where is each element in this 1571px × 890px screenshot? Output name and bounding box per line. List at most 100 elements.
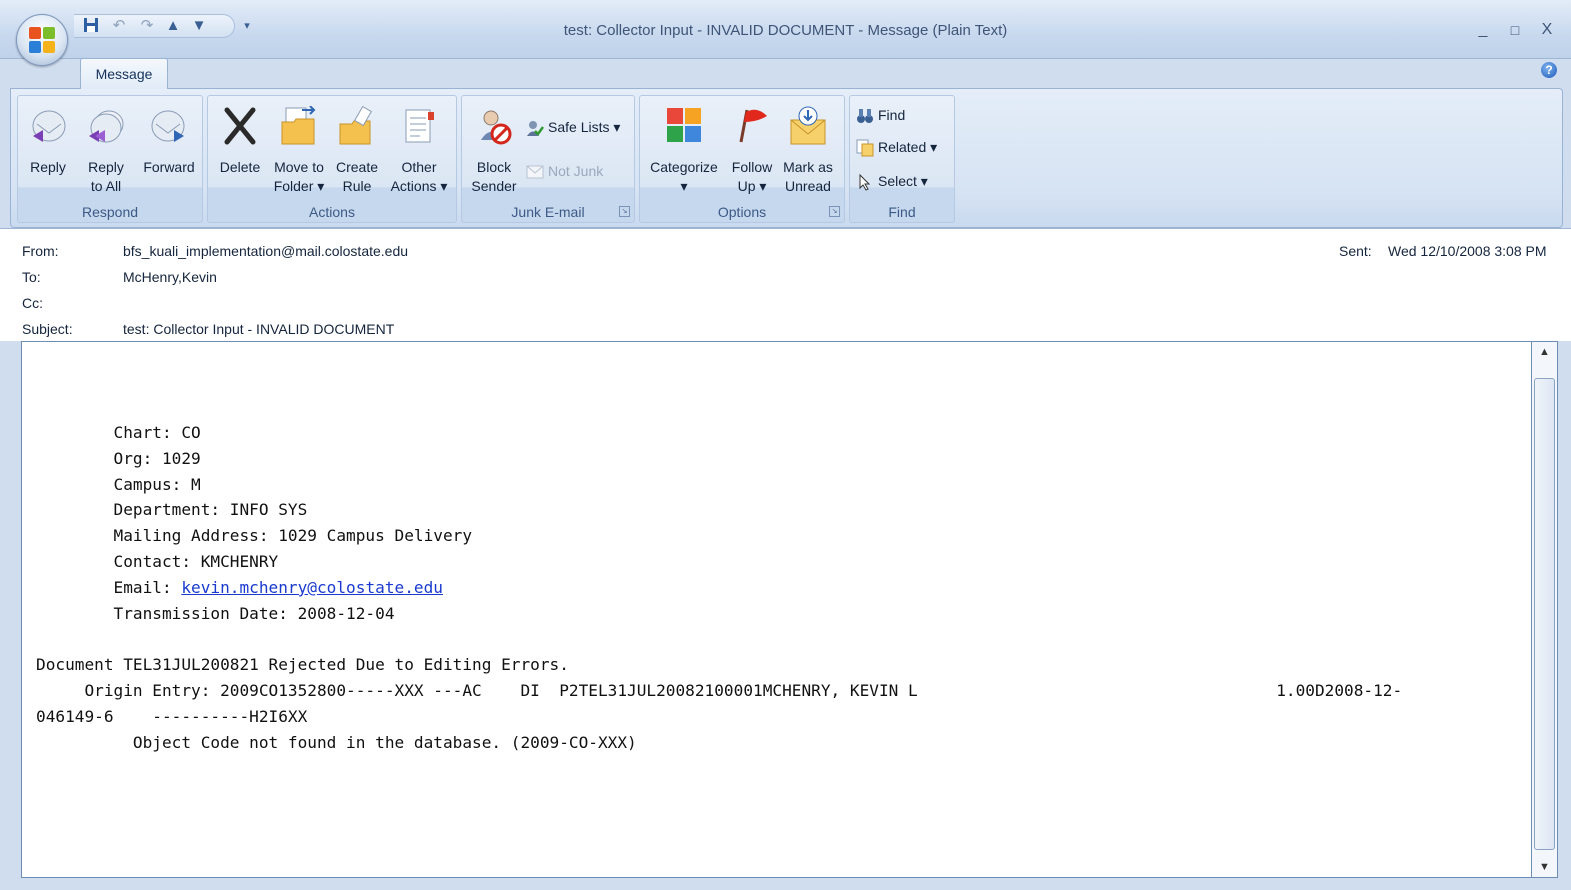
actions-group-label: Actions <box>309 204 355 220</box>
options-group-label: Options <box>717 204 767 220</box>
body-line-email: Email: kevin.mchenry@colostate.edu <box>36 575 1402 601</box>
select-button[interactable]: Select ▾ <box>856 170 928 192</box>
body-line-transmission-date: Transmission Date: 2008-12-04 <box>36 603 395 623</box>
reply-label: Reply <box>30 159 66 175</box>
respond-group-label: Respond <box>81 204 139 220</box>
create-rule-icon <box>339 106 373 145</box>
office-button[interactable] <box>16 14 68 66</box>
body-line-department: Department: INFO SYS <box>36 500 308 520</box>
safe-lists-label: Safe Lists ▾ <box>548 119 621 135</box>
scroll-up-arrow-icon[interactable]: ▲ <box>1532 342 1557 362</box>
sent-value: Wed 12/10/2008 3:08 PM <box>1388 243 1547 259</box>
other-actions-line1: Other <box>401 159 437 175</box>
title-bar: ↶ ↷ ▲ ▼ ▾ test: Collector Input - INVALI… <box>0 0 1571 59</box>
body-blank-line: ​ <box>36 626 1402 652</box>
reply-icon <box>32 110 66 142</box>
forward-icon <box>151 110 185 142</box>
related-button[interactable]: Related ▾ <box>856 136 937 158</box>
delete-label: Delete <box>219 159 261 175</box>
safe-lists-icon <box>527 121 544 137</box>
reply-all-button[interactable]: Reply to All <box>78 102 134 202</box>
reply-all-label-line2: to All <box>90 178 122 194</box>
message-body[interactable]: Chart: CO Org: 1029 Campus: M Department… <box>21 341 1532 878</box>
respond-group: Reply Reply to All Forward Respond <box>17 95 203 223</box>
subject-label: Subject: <box>22 321 73 337</box>
subject-value: test: Collector Input - INVALID DOCUMENT <box>123 321 395 337</box>
message-header: From: bfs_kuali_implementation@mail.colo… <box>0 228 1571 341</box>
create-rule-label: Create Rule <box>330 158 384 196</box>
delete-button[interactable]: Delete <box>212 102 268 202</box>
message-body-text: Chart: CO Org: 1029 Campus: M Department… <box>36 420 1402 755</box>
email-link[interactable]: kevin.mchenry@colostate.edu <box>181 578 443 597</box>
reply-all-label: Reply to All <box>78 158 134 196</box>
follow-up-flag-icon <box>739 109 767 143</box>
options-group: Categorize ▾ Follow Up ▾ Mark as Unread … <box>639 95 845 223</box>
other-actions-button[interactable]: Other Actions ▾ <box>386 102 452 202</box>
body-line-origin-entry: Origin Entry: 2009CO1352800-----XXX ---A… <box>36 680 1403 700</box>
actions-group: Delete Move to Folder ▾ Create Rule Othe… <box>207 95 457 223</box>
junk-email-group-label: Junk E-mail <box>511 204 585 220</box>
window-title: test: Collector Input - INVALID DOCUMENT… <box>563 22 1008 39</box>
scroll-down-arrow-icon[interactable]: ▼ <box>1532 857 1557 877</box>
forward-label: Forward <box>143 159 195 175</box>
ribbon: Reply Reply to All Forward Respond Delet… <box>10 88 1563 228</box>
junk-email-dialog-launcher-icon[interactable]: ↘ <box>619 206 630 217</box>
body-line-org: Org: 1029 <box>36 448 201 468</box>
forward-button[interactable]: Forward <box>138 102 200 202</box>
binoculars-icon <box>857 109 873 124</box>
scrollbar-thumb[interactable] <box>1534 378 1555 850</box>
other-actions-label: Other Actions ▾ <box>386 158 452 196</box>
follow-up-label: Follow Up ▾ <box>724 158 780 196</box>
categorize-icon <box>667 108 701 142</box>
from-label: From: <box>22 243 59 259</box>
to-value[interactable]: McHenry,Kevin <box>123 269 217 285</box>
body-line-chart: Chart: CO <box>36 423 201 442</box>
other-actions-line2: Actions ▾ <box>390 178 448 194</box>
create-rule-button[interactable]: Create Rule <box>330 102 384 202</box>
move-to-folder-label: Move to Folder ▾ <box>268 158 330 196</box>
safe-lists-button[interactable]: Safe Lists ▾ <box>526 116 620 138</box>
related-label: Related ▾ <box>878 139 938 155</box>
categorize-label: Categorize ▾ <box>644 158 724 196</box>
block-sender-line2: Sender <box>471 178 517 194</box>
options-dialog-launcher-icon[interactable]: ↘ <box>829 206 840 217</box>
move-to-folder-line2: Folder ▾ <box>273 178 325 194</box>
related-icon <box>856 139 874 157</box>
body-line-contact: Contact: KMCHENRY <box>36 551 279 571</box>
to-label: To: <box>22 269 41 285</box>
create-rule-line2: Rule <box>342 178 372 194</box>
move-to-folder-button[interactable]: Move to Folder ▾ <box>268 102 330 202</box>
select-label: Select ▾ <box>878 173 928 189</box>
categorize-line1: Categorize <box>650 159 718 175</box>
body-line-object-code-error: Object Code not found in the database. (… <box>36 732 637 752</box>
categorize-button[interactable]: Categorize ▾ <box>644 102 724 202</box>
create-rule-line1: Create <box>335 159 379 175</box>
close-button[interactable]: X <box>1537 20 1557 40</box>
mark-as-unread-line2: Unread <box>785 178 831 194</box>
tab-message[interactable]: Message <box>80 58 168 89</box>
follow-up-button[interactable]: Follow Up ▾ <box>724 102 780 202</box>
not-junk-label: Not Junk <box>548 163 604 179</box>
mark-as-unread-icon <box>790 106 826 145</box>
move-to-folder-line1: Move to <box>274 159 324 175</box>
find-button[interactable]: Find <box>856 104 905 126</box>
block-sender-button[interactable]: Block Sender <box>464 102 524 202</box>
sent-label: Sent: <box>1339 243 1372 259</box>
mark-as-unread-line1: Mark as <box>783 159 833 175</box>
mark-as-unread-button[interactable]: Mark as Unread <box>778 102 838 202</box>
minimize-button[interactable]: _ <box>1473 20 1493 40</box>
maximize-button[interactable]: □ <box>1505 20 1525 40</box>
vertical-scrollbar[interactable]: ▲ ▼ <box>1531 341 1558 878</box>
reply-all-label-line1: Reply <box>88 159 124 175</box>
mark-as-unread-label: Mark as Unread <box>778 158 838 196</box>
follow-up-line1: Follow <box>731 159 773 175</box>
not-junk-button[interactable]: Not Junk <box>526 160 603 182</box>
find-label: Find <box>878 107 906 123</box>
find-group: Find Related ▾ Select ▾ Find <box>849 95 955 223</box>
categorize-line2: ▾ <box>680 178 688 194</box>
help-icon[interactable]: ? <box>1541 62 1557 78</box>
from-value[interactable]: bfs_kuali_implementation@mail.colostate.… <box>123 243 408 259</box>
reply-button[interactable]: Reply <box>20 102 76 202</box>
block-sender-line1: Block <box>476 159 512 175</box>
follow-up-line2: Up ▾ <box>737 178 767 194</box>
